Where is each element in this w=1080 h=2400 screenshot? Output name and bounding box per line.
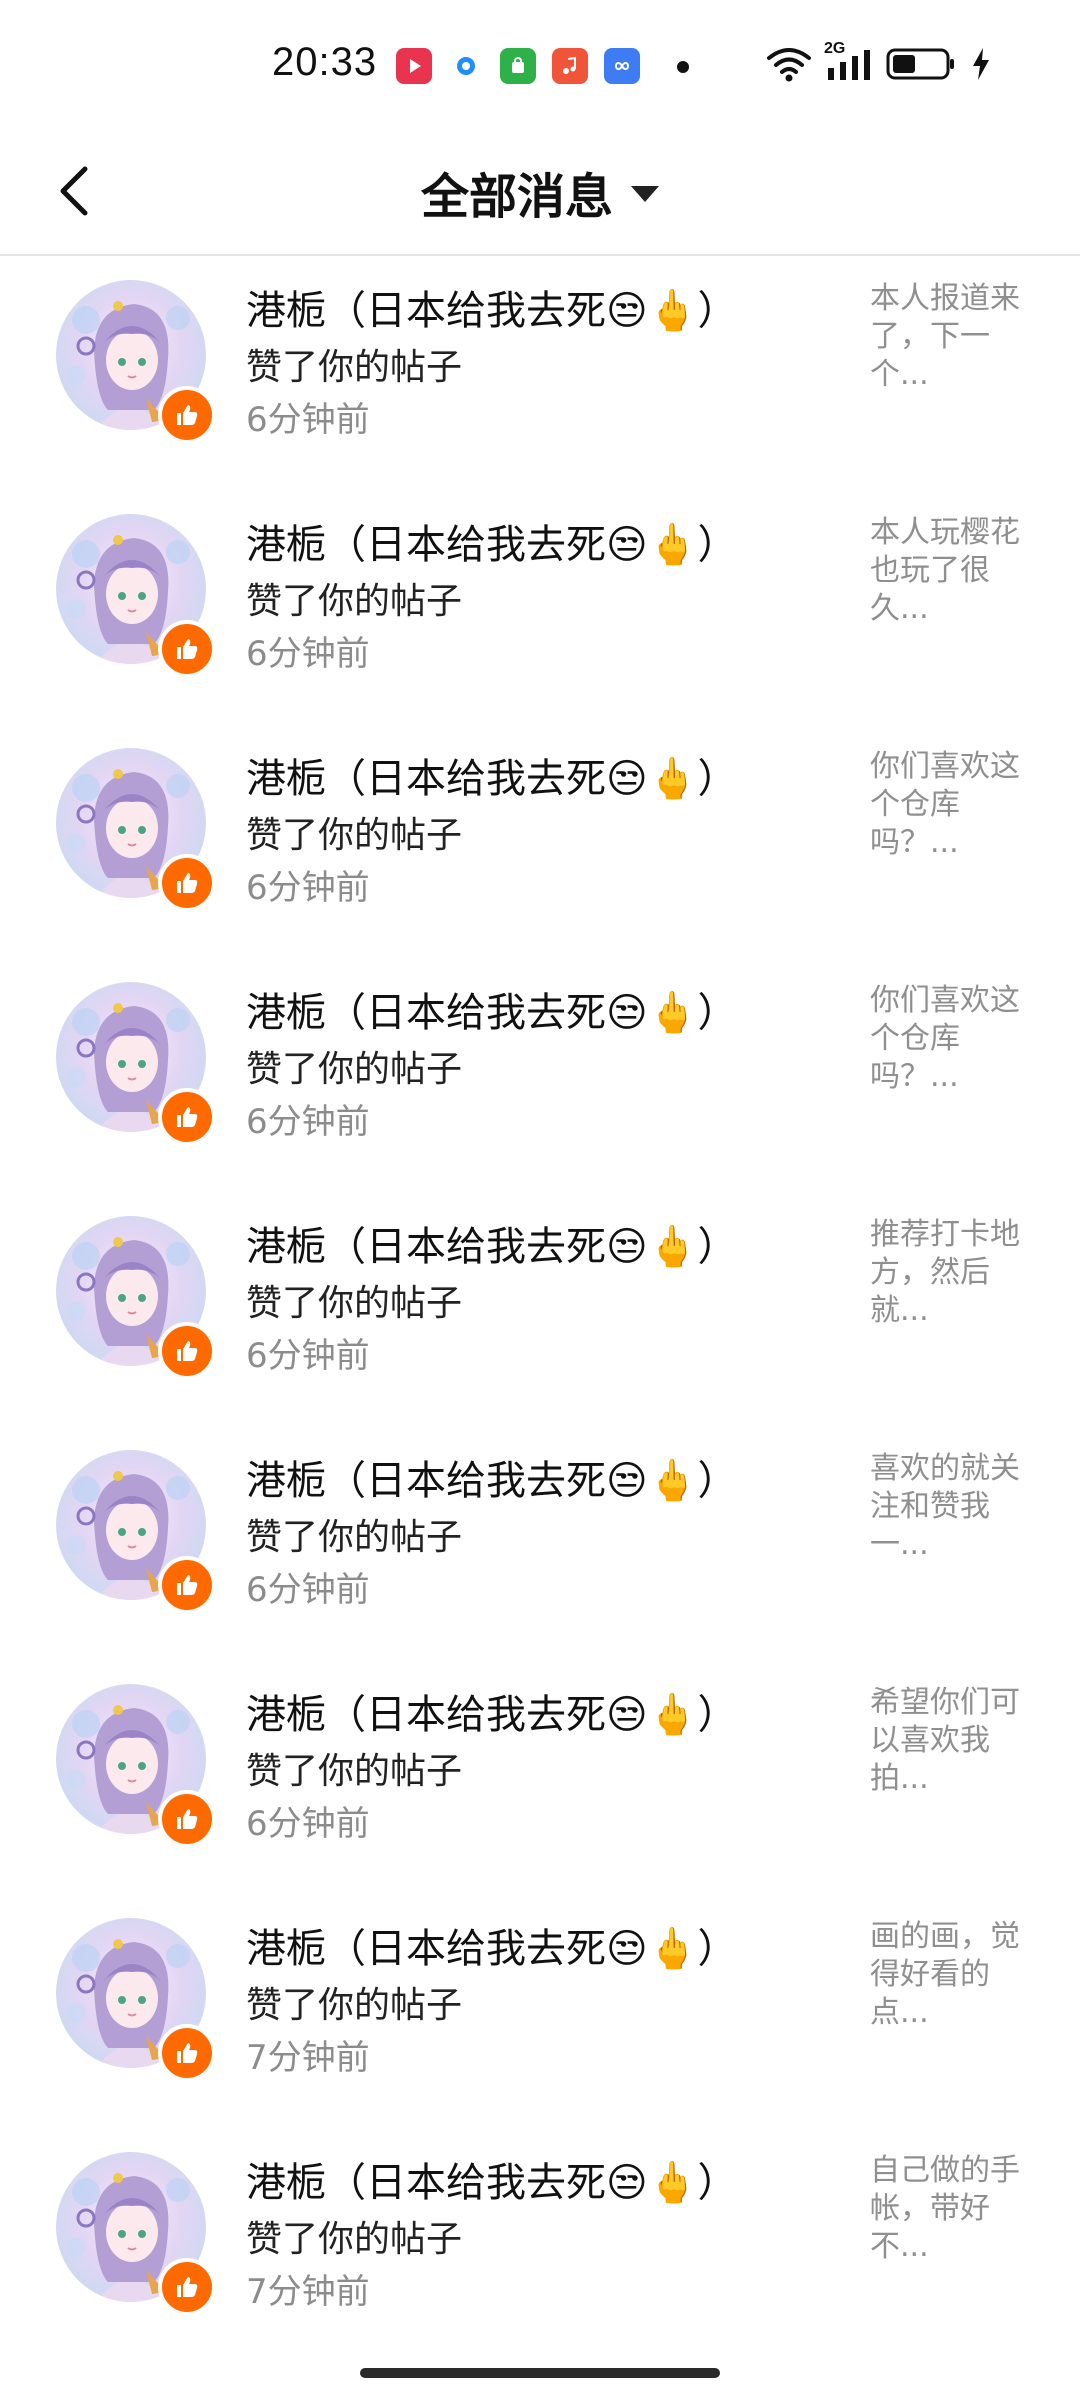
post-preview[interactable]: 本人报道来了，下一个... [870, 280, 1030, 394]
username[interactable]: 港栀（日本给我去死😒🖕） [246, 746, 738, 804]
notification-item[interactable]: 港栀（日本给我去死😒🖕） 赞了你的帖子 6分钟前 你们喜欢这个仓库吗？... [0, 724, 1080, 958]
post-preview[interactable]: 自己做的手帐，带好不... [870, 2152, 1030, 2266]
post-preview[interactable]: 你们喜欢这个仓库吗？... [870, 982, 1030, 1096]
notification-item[interactable]: 港栀（日本给我去死😒🖕） 赞了你的帖子 7分钟前 自己做的手帐，带好不... [0, 2128, 1080, 2362]
timestamp: 6分钟前 [246, 1336, 370, 1376]
app-header: 全部消息 [0, 130, 1080, 256]
thumbs-up-icon [177, 1107, 198, 1127]
username[interactable]: 港栀（日本给我去死😒🖕） [246, 512, 738, 570]
notification-item[interactable]: 港栀（日本给我去死😒🖕） 赞了你的帖子 7分钟前 画的画，觉得好看的点... [0, 1894, 1080, 2128]
back-button[interactable] [40, 156, 110, 226]
thumbs-up-icon [177, 639, 198, 659]
post-preview[interactable]: 画的画，觉得好看的点... [870, 1918, 1030, 2032]
notification-item[interactable]: 港栀（日本给我去死😒🖕） 赞了你的帖子 6分钟前 推荐打卡地方，然后就... [0, 1192, 1080, 1426]
thumbs-up-icon [177, 2043, 198, 2063]
chevron-left-icon [60, 166, 88, 216]
timestamp: 6分钟前 [246, 400, 370, 440]
system-status-icons: 2G [766, 40, 992, 82]
thumbs-up-icon [177, 2277, 198, 2297]
timestamp: 6分钟前 [246, 1804, 370, 1844]
like-badge [158, 854, 216, 912]
thumbs-up-icon [177, 1575, 198, 1595]
post-preview[interactable]: 你们喜欢这个仓库吗？... [870, 748, 1030, 862]
status-bar: 20:33 2G [0, 0, 1080, 130]
thumbs-up-icon [177, 1809, 198, 1829]
notification-item[interactable]: 港栀（日本给我去死😒🖕） 赞了你的帖子 6分钟前 希望你们可以喜欢我拍... [0, 1660, 1080, 1894]
page-title-dropdown[interactable]: 全部消息 [421, 157, 613, 227]
like-badge [158, 1322, 216, 1380]
wifi-icon [767, 48, 811, 82]
circle-app-icon [448, 48, 484, 84]
post-preview[interactable]: 喜欢的就关注和赞我一... [870, 1450, 1030, 1564]
like-badge [158, 2024, 216, 2082]
action-text: 赞了你的帖子 [246, 1517, 463, 1558]
charging-icon [973, 48, 989, 80]
action-text: 赞了你的帖子 [246, 815, 463, 856]
like-badge [158, 2258, 216, 2316]
action-text: 赞了你的帖子 [246, 2219, 463, 2260]
action-text: 赞了你的帖子 [246, 1283, 463, 1324]
notification-item[interactable]: 港栀（日本给我去死😒🖕） 赞了你的帖子 6分钟前 本人玩樱花也玩了很久... [0, 490, 1080, 724]
action-text: 赞了你的帖子 [246, 347, 463, 388]
post-preview[interactable]: 本人玩樱花也玩了很久... [870, 514, 1030, 628]
more-notifications-dot [677, 61, 689, 73]
shop-app-icon [500, 48, 536, 84]
like-badge [158, 620, 216, 678]
thumbs-up-icon [177, 1341, 198, 1361]
notification-item[interactable]: 港栀（日本给我去死😒🖕） 赞了你的帖子 6分钟前 喜欢的就关注和赞我一... [0, 1426, 1080, 1660]
notification-item[interactable]: 港栀（日本给我去死😒🖕） 赞了你的帖子 6分钟前 本人报道来了，下一个... [0, 256, 1080, 490]
username[interactable]: 港栀（日本给我去死😒🖕） [246, 1214, 738, 1272]
notification-item[interactable]: 港栀（日本给我去死😒🖕） 赞了你的帖子 6分钟前 你们喜欢这个仓库吗？... [0, 958, 1080, 1192]
timestamp: 6分钟前 [246, 868, 370, 908]
status-time: 20:33 [272, 40, 378, 84]
thumbs-up-icon [177, 873, 198, 893]
username[interactable]: 港栀（日本给我去死😒🖕） [246, 2150, 738, 2208]
username[interactable]: 港栀（日本给我去死😒🖕） [246, 1448, 738, 1506]
post-preview[interactable]: 希望你们可以喜欢我拍... [870, 1684, 1030, 1798]
post-preview[interactable]: 推荐打卡地方，然后就... [870, 1216, 1030, 1330]
timestamp: 7分钟前 [246, 2272, 370, 2312]
thumbs-up-icon [177, 405, 198, 425]
action-text: 赞了你的帖子 [246, 581, 463, 622]
username[interactable]: 港栀（日本给我去死😒🖕） [246, 1682, 738, 1740]
music-app-icon [552, 48, 588, 84]
like-badge [158, 1790, 216, 1848]
username[interactable]: 港栀（日本给我去死😒🖕） [246, 980, 738, 1038]
caret-down-icon[interactable] [631, 186, 659, 202]
infinity-app-icon [604, 48, 640, 84]
timestamp: 6分钟前 [246, 1570, 370, 1610]
like-badge [158, 1556, 216, 1614]
timestamp: 6分钟前 [246, 634, 370, 674]
username[interactable]: 港栀（日本给我去死😒🖕） [246, 278, 738, 336]
timestamp: 7分钟前 [246, 2038, 370, 2078]
action-text: 赞了你的帖子 [246, 1985, 463, 2026]
like-badge [158, 386, 216, 444]
like-badge [158, 1088, 216, 1146]
timestamp: 6分钟前 [246, 1102, 370, 1142]
notification-app-icons [396, 48, 640, 84]
notification-list: 港栀（日本给我去死😒🖕） 赞了你的帖子 6分钟前 本人报道来了，下一个... 港… [0, 256, 1080, 2362]
signal-icon: 2G [824, 40, 874, 82]
video-app-icon [396, 48, 432, 84]
username[interactable]: 港栀（日本给我去死😒🖕） [246, 1916, 738, 1974]
battery-icon [886, 48, 954, 80]
action-text: 赞了你的帖子 [246, 1751, 463, 1792]
home-indicator[interactable] [360, 2368, 720, 2378]
action-text: 赞了你的帖子 [246, 1049, 463, 1090]
